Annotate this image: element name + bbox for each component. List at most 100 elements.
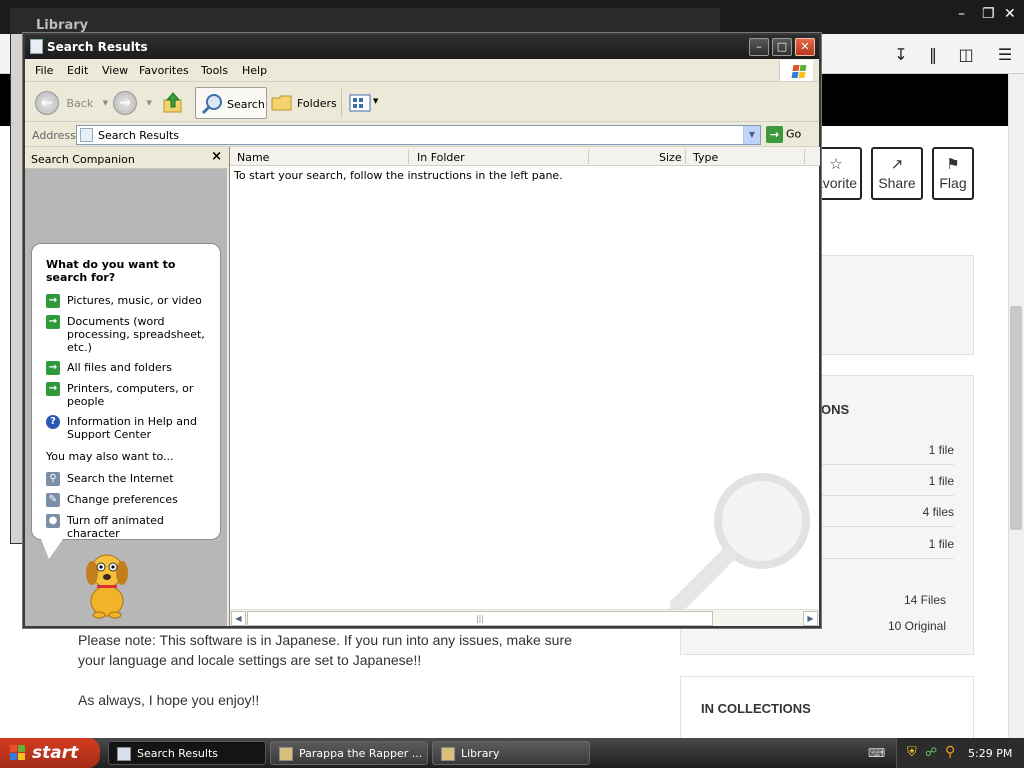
column-name[interactable]: Name — [237, 151, 269, 164]
share-icon: ↗ — [890, 156, 904, 173]
file-row[interactable]: 1 file — [820, 528, 954, 559]
menu-help[interactable]: Help — [242, 64, 267, 77]
task-parappa[interactable]: Parappa the Rapper ... — [270, 741, 428, 765]
browser-minimize-button[interactable]: – — [958, 6, 965, 22]
file-row[interactable]: 4 files — [820, 496, 954, 527]
note-line: As always, I hope you enjoy!! — [78, 692, 260, 708]
column-divider[interactable] — [408, 149, 409, 164]
green-arrow-icon: → — [46, 382, 60, 396]
forward-button[interactable]: → ▼ — [113, 91, 152, 115]
tray-search-icon[interactable]: ⚲ — [945, 744, 955, 760]
windows-logo-icon — [779, 60, 813, 81]
forward-dropdown-icon[interactable]: ▼ — [147, 99, 152, 107]
search-companion-header: Search Companion × — [25, 147, 227, 169]
minimize-button[interactable]: – — [749, 38, 769, 56]
column-divider[interactable] — [588, 149, 589, 164]
column-type[interactable]: Type — [693, 151, 718, 164]
task-library[interactable]: Library — [432, 741, 590, 765]
address-field[interactable]: Search Results ▼ — [76, 125, 761, 145]
column-divider[interactable] — [685, 149, 686, 164]
views-icon — [349, 94, 371, 112]
close-pane-icon[interactable]: × — [211, 149, 222, 164]
window-title: Search Results — [47, 40, 148, 54]
download-options-title: ONS — [821, 402, 850, 417]
menu-view[interactable]: View — [102, 64, 128, 77]
library-icon[interactable]: ‖ — [922, 44, 944, 66]
search-companion-pane: Search Companion × What do you want to s… — [25, 147, 227, 626]
green-arrow-icon: → — [46, 294, 60, 308]
search-icon — [201, 94, 222, 115]
menu-icon[interactable]: ☰ — [994, 44, 1016, 66]
go-button[interactable]: → Go — [766, 126, 801, 143]
toolbar-separator — [341, 89, 342, 117]
forward-arrow-icon: → — [113, 91, 137, 115]
scroll-right-icon[interactable]: ▶ — [803, 611, 818, 626]
library-task-icon — [441, 747, 455, 761]
file-row[interactable]: 1 file — [820, 465, 954, 496]
column-in-folder[interactable]: In Folder — [417, 151, 465, 164]
up-folder-button[interactable] — [162, 91, 184, 115]
menu-file[interactable]: File — [35, 64, 53, 77]
collections-title: IN COLLECTIONS — [701, 701, 811, 716]
address-value: Search Results — [98, 129, 180, 142]
browser-close-button[interactable]: ✕ — [1004, 6, 1016, 22]
original-files[interactable]: 10 Original — [888, 619, 946, 633]
back-button[interactable]: ← Back ▼ — [35, 91, 108, 115]
close-button[interactable]: ✕ — [795, 38, 815, 56]
green-arrow-icon: → — [46, 361, 60, 375]
column-size[interactable]: Size — [659, 151, 682, 164]
search-results-icon — [80, 128, 93, 142]
page-scrollbar-thumb[interactable] — [1010, 306, 1022, 530]
menu-tools[interactable]: Tools — [201, 64, 228, 77]
column-header: Name In Folder Size Type — [230, 147, 820, 166]
address-label: Address — [32, 129, 76, 142]
task-search-results[interactable]: Search Results — [108, 741, 266, 765]
search-question: What do you want to search for? — [46, 258, 176, 284]
start-button[interactable]: start — [0, 738, 100, 768]
results-list: Name In Folder Size Type To start your s… — [229, 147, 820, 626]
note-line: your language and locale settings are se… — [78, 652, 422, 668]
flag-button[interactable]: ⚑ Flag — [932, 147, 974, 200]
security-shield-icon[interactable]: ⛨ — [907, 745, 917, 760]
collections-card: IN COLLECTIONS — [680, 676, 974, 746]
up-folder-icon — [163, 92, 182, 113]
go-arrow-icon: → — [766, 126, 783, 143]
share-button[interactable]: ↗ Share — [871, 147, 923, 200]
menu-bar: File Edit View Favorites Tools Help — [25, 59, 819, 82]
library-window-title: Library — [10, 8, 720, 34]
menu-favorites[interactable]: Favorites — [139, 64, 189, 77]
browser-restore-button[interactable]: ❐ — [982, 6, 995, 22]
sidebar-icon[interactable]: ◫ — [955, 44, 977, 66]
download-icon[interactable]: ↧ — [890, 44, 912, 66]
character-icon: ● — [46, 514, 60, 528]
back-dropdown-icon[interactable]: ▼ — [103, 99, 108, 107]
scroll-left-icon[interactable]: ◀ — [231, 611, 246, 626]
flag-icon: ⚑ — [946, 156, 960, 173]
folders-button[interactable]: Folders — [271, 89, 339, 117]
window-titlebar[interactable]: Search Results – □ ✕ — [25, 35, 819, 59]
views-dropdown-icon: ▼ — [373, 97, 379, 105]
file-row[interactable]: 1 file — [820, 434, 954, 465]
search-companion-title: Search Companion — [31, 153, 135, 166]
empty-results-message: To start your search, follow the instruc… — [234, 169, 563, 182]
horizontal-scrollbar[interactable]: ◀ ||| ▶ — [230, 609, 819, 626]
column-divider[interactable] — [804, 149, 805, 164]
address-dropdown-icon[interactable]: ▼ — [743, 126, 760, 144]
search-results-task-icon — [117, 747, 131, 761]
search-options-bubble: What do you want to search for? → Pictur… — [31, 243, 221, 540]
windows-flag-icon — [10, 745, 25, 760]
views-button[interactable]: ▼ — [349, 89, 385, 117]
search-results-window-icon — [30, 39, 43, 54]
preferences-icon: ✎ — [46, 493, 60, 507]
keyboard-icon[interactable]: ⌨ — [868, 746, 885, 760]
network-icon[interactable]: ☍ — [925, 745, 937, 759]
maximize-button[interactable]: □ — [772, 38, 792, 56]
menu-edit[interactable]: Edit — [67, 64, 88, 77]
taskbar: start Search Results Parappa the Rapper … — [0, 738, 1024, 768]
search-dog-character-icon[interactable] — [77, 549, 137, 619]
folders-icon — [271, 95, 292, 111]
scrollbar-thumb[interactable]: ||| — [247, 611, 713, 626]
bubble-tail — [41, 539, 63, 559]
search-button[interactable]: Search — [195, 87, 267, 119]
total-files[interactable]: 14 Files — [904, 593, 946, 607]
